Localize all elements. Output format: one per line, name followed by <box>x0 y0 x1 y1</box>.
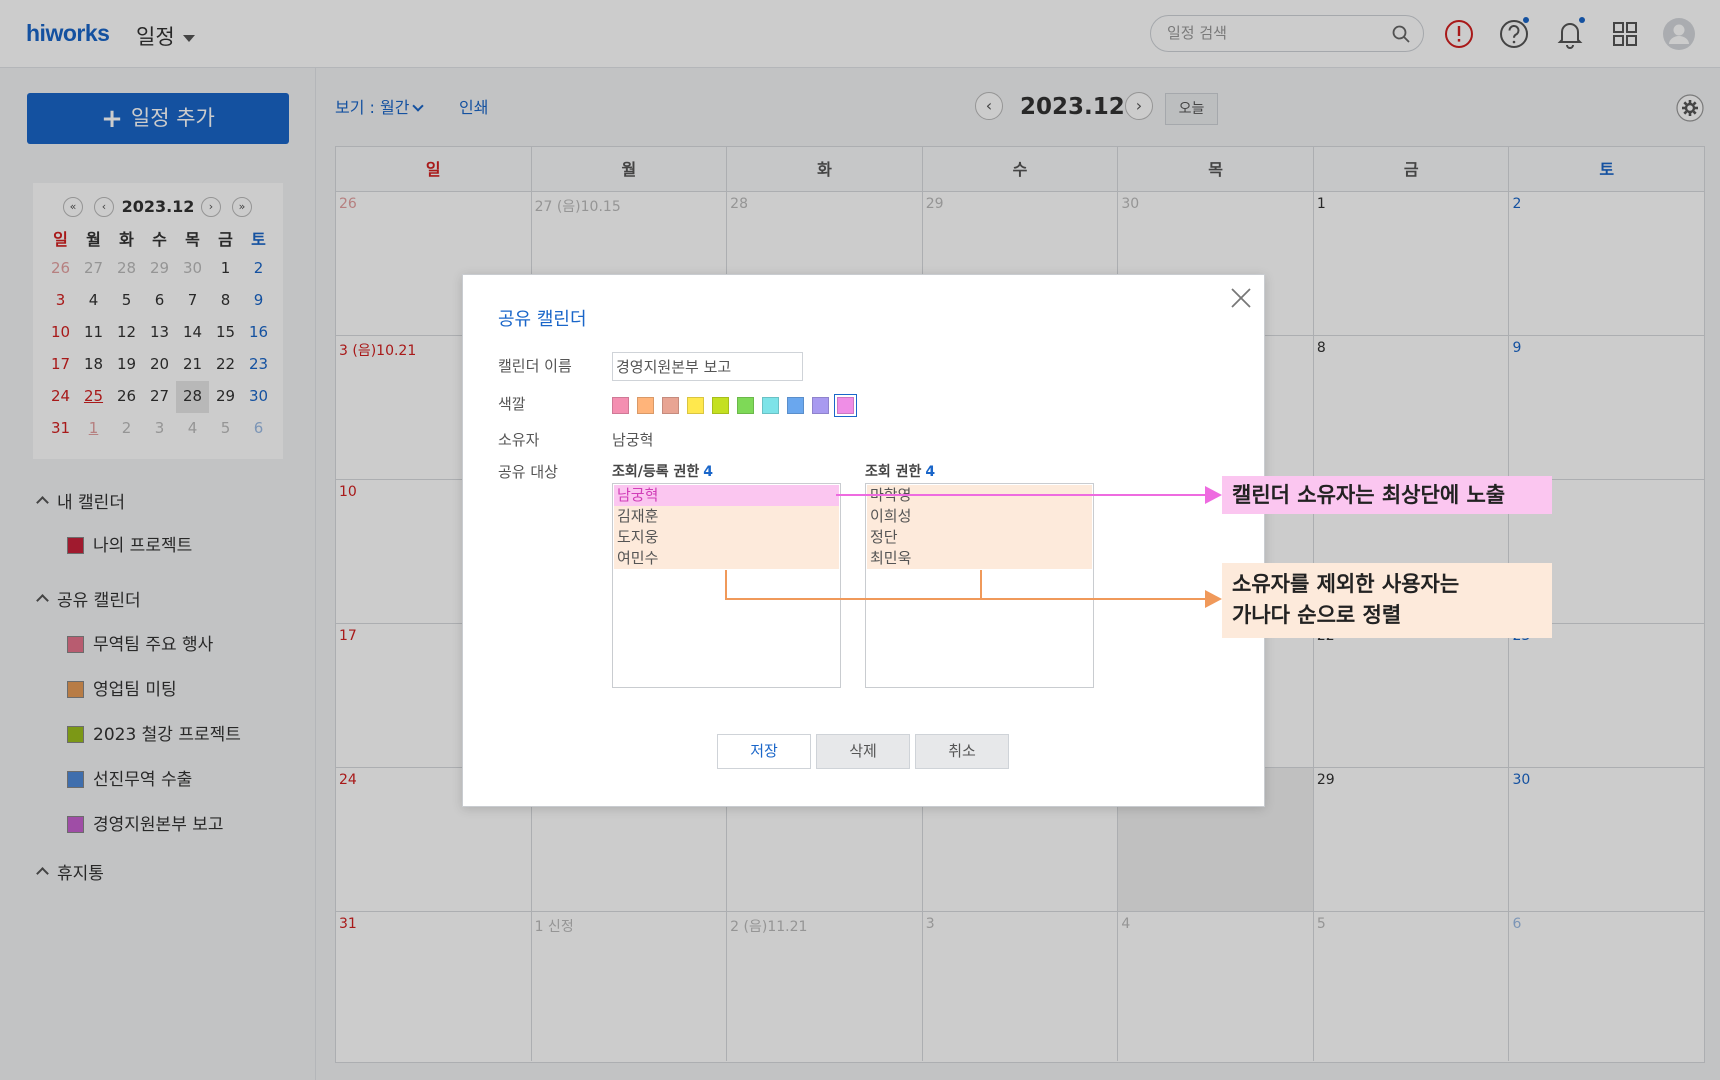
owner-annotation: 캘린더 소유자는 최상단에 노출 <box>1222 476 1552 514</box>
owner-annotation-text: 캘린더 소유자는 최상단에 노출 <box>1232 483 1506 507</box>
dialog-title: 공유 캘린더 <box>498 309 587 330</box>
user-list-item[interactable]: 정단 <box>867 527 1092 548</box>
color-swatch[interactable] <box>687 397 704 414</box>
color-swatch[interactable] <box>712 397 729 414</box>
user-list-item[interactable]: 도지웅 <box>614 527 839 548</box>
edit-permission-count: 4 <box>703 464 714 480</box>
edit-permission-list[interactable]: 남궁혁 김재훈 도지웅 여민수 <box>612 483 841 688</box>
user-list-item[interactable]: 이희성 <box>867 506 1092 527</box>
order-annotation: 소유자를 제외한 사용자는가나다 순으로 정렬 <box>1222 563 1552 638</box>
delete-button[interactable]: 삭제 <box>816 734 910 769</box>
color-swatch[interactable] <box>737 397 754 414</box>
cancel-button[interactable]: 취소 <box>915 734 1009 769</box>
color-picker <box>612 394 862 417</box>
color-swatch[interactable] <box>834 394 857 417</box>
share-target-label: 공유 대상 <box>498 463 558 481</box>
calendar-name-label: 캘린더 이름 <box>498 357 572 375</box>
owner-value: 남궁혁 <box>612 431 654 449</box>
color-label: 색깔 <box>498 395 526 413</box>
view-permission-title: 조회 권한 4 <box>865 461 935 481</box>
order-annotation-line1: 소유자를 제외한 사용자는 <box>1232 572 1460 596</box>
user-list-item[interactable]: 마학영 <box>867 485 1092 506</box>
color-swatch[interactable] <box>637 397 654 414</box>
color-swatch[interactable] <box>787 397 804 414</box>
color-swatch[interactable] <box>762 397 779 414</box>
view-permission-label: 조회 권한 <box>865 464 922 480</box>
color-swatch[interactable] <box>812 397 829 414</box>
color-swatch[interactable] <box>612 397 629 414</box>
shared-calendar-dialog: 공유 캘린더 캘린더 이름 색깔 소유자 남궁혁 공유 대상 조회/등록 권한4… <box>462 274 1265 807</box>
save-button[interactable]: 저장 <box>717 734 811 769</box>
view-permission-list[interactable]: 마학영 이희성 정단 최민욱 <box>865 483 1094 688</box>
view-permission-count: 4 <box>925 464 936 480</box>
user-list-item[interactable]: 김재훈 <box>614 506 839 527</box>
edit-permission-label: 조회/등록 권한 <box>612 464 700 480</box>
owner-label: 소유자 <box>498 431 540 449</box>
calendar-name-input[interactable] <box>612 352 803 381</box>
user-list-item[interactable]: 남궁혁 <box>614 485 839 506</box>
close-icon[interactable] <box>1228 285 1254 311</box>
color-swatch[interactable] <box>662 397 679 414</box>
edit-permission-title: 조회/등록 권한 4 <box>612 461 713 481</box>
order-annotation-line2: 가나다 순으로 정렬 <box>1232 603 1402 627</box>
user-list-item[interactable]: 최민욱 <box>867 548 1092 569</box>
user-list-item[interactable]: 여민수 <box>614 548 839 569</box>
